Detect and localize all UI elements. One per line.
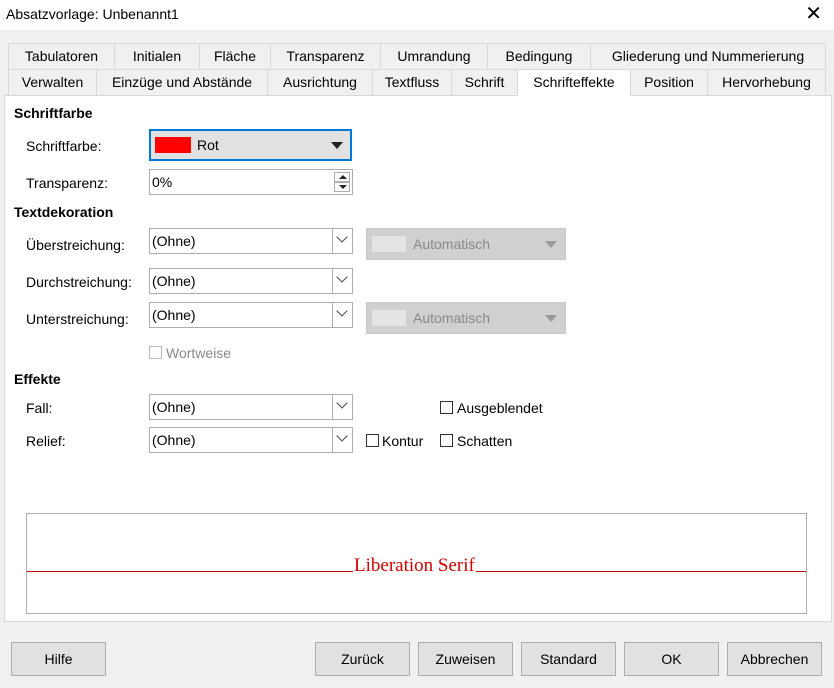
chevron-down-icon bbox=[336, 430, 348, 442]
relief-label: Relief: bbox=[26, 433, 66, 449]
tab-gliederung[interactable]: Gliederung und Nummerierung bbox=[590, 43, 826, 69]
underline-color-value: Automatisch bbox=[413, 310, 491, 326]
overline-color-value: Automatisch bbox=[413, 236, 491, 252]
tab-initialen[interactable]: Initialen bbox=[114, 43, 200, 69]
wordwise-checkbox[interactable] bbox=[149, 346, 162, 359]
tab-umrandung[interactable]: Umrandung bbox=[380, 43, 488, 69]
color-swatch bbox=[155, 137, 191, 153]
hidden-checkbox[interactable] bbox=[440, 401, 453, 414]
window-title: Absatzvorlage: Unbenannt1 bbox=[6, 6, 179, 22]
overline-value: (Ohne) bbox=[152, 233, 196, 249]
transparency-label: Transparenz: bbox=[26, 175, 108, 191]
tab-textfluss[interactable]: Textfluss bbox=[372, 69, 452, 95]
shadow-label: Schatten bbox=[457, 433, 513, 449]
tab-einzuege[interactable]: Einzüge und Abstände bbox=[96, 69, 268, 95]
spin-down-icon[interactable] bbox=[334, 182, 350, 192]
overline-label: Überstreichung: bbox=[26, 237, 125, 253]
case-label: Fall: bbox=[26, 400, 53, 416]
font-color-value: Rot bbox=[197, 137, 219, 153]
chevron-down-icon bbox=[336, 305, 348, 317]
section-textdekoration: Textdekoration bbox=[14, 204, 114, 220]
tab-schrift[interactable]: Schrift bbox=[451, 69, 518, 95]
outline-label: Kontur bbox=[382, 433, 424, 449]
hidden-label: Ausgeblendet bbox=[457, 400, 543, 416]
transparency-value: 0% bbox=[152, 174, 173, 190]
color-swatch bbox=[371, 309, 407, 327]
overline-select[interactable]: (Ohne) bbox=[149, 228, 353, 254]
underline-select[interactable]: (Ohne) bbox=[149, 302, 353, 328]
chevron-down-icon bbox=[336, 271, 348, 283]
help-button[interactable]: Hilfe bbox=[11, 642, 106, 676]
tab-tabulatoren[interactable]: Tabulatoren bbox=[8, 43, 115, 69]
tab-hervorhebung[interactable]: Hervorhebung bbox=[707, 69, 826, 95]
underline-label: Unterstreichung: bbox=[26, 311, 129, 327]
tab-position[interactable]: Position bbox=[630, 69, 708, 95]
close-icon[interactable]: ✕ bbox=[805, 3, 822, 25]
title-bar: Absatzvorlage: Unbenannt1 ✕ bbox=[0, 0, 834, 30]
back-button[interactable]: Zurück bbox=[315, 642, 410, 676]
transparency-spinbox[interactable]: 0% bbox=[149, 169, 353, 195]
spin-up-icon[interactable] bbox=[334, 172, 350, 182]
dropdown-arrow-icon bbox=[545, 241, 557, 248]
cancel-button[interactable]: Abbrechen bbox=[727, 642, 822, 676]
relief-value: (Ohne) bbox=[152, 432, 196, 448]
dropdown-arrow-icon bbox=[545, 315, 557, 322]
case-value: (Ohne) bbox=[152, 399, 196, 415]
apply-button[interactable]: Zuweisen bbox=[418, 642, 513, 676]
standard-button[interactable]: Standard bbox=[521, 642, 616, 676]
shadow-checkbox[interactable] bbox=[440, 434, 453, 447]
strikethrough-label: Durchstreichung: bbox=[26, 274, 132, 290]
strikethrough-select[interactable]: (Ohne) bbox=[149, 268, 353, 294]
wordwise-label: Wortweise bbox=[166, 345, 232, 361]
underline-color-select: Automatisch bbox=[366, 302, 566, 334]
section-effekte: Effekte bbox=[14, 371, 61, 387]
ok-button[interactable]: OK bbox=[624, 642, 719, 676]
preview-text: Liberation Serif bbox=[353, 555, 476, 577]
spin-buttons bbox=[334, 172, 350, 192]
font-color-button[interactable]: Rot bbox=[149, 129, 352, 161]
tab-bedingung[interactable]: Bedingung bbox=[487, 43, 591, 69]
strikethrough-value: (Ohne) bbox=[152, 273, 196, 289]
outline-checkbox[interactable] bbox=[366, 434, 379, 447]
color-swatch bbox=[371, 235, 407, 253]
tab-schrifteffekte[interactable]: Schrifteffekte bbox=[517, 69, 631, 96]
chevron-down-icon bbox=[336, 231, 348, 243]
tab-transparenz[interactable]: Transparenz bbox=[270, 43, 381, 69]
section-schriftfarbe: Schriftfarbe bbox=[14, 105, 93, 121]
font-color-label: Schriftfarbe: bbox=[26, 138, 102, 154]
overline-color-select: Automatisch bbox=[366, 228, 566, 260]
tab-flaeche[interactable]: Fläche bbox=[199, 43, 271, 69]
relief-select[interactable]: (Ohne) bbox=[149, 427, 353, 453]
tab-ausrichtung[interactable]: Ausrichtung bbox=[267, 69, 373, 95]
underline-value: (Ohne) bbox=[152, 307, 196, 323]
font-preview: Liberation Serif bbox=[26, 513, 807, 614]
chevron-down-icon bbox=[336, 397, 348, 409]
dropdown-arrow-icon bbox=[331, 142, 343, 149]
case-select[interactable]: (Ohne) bbox=[149, 394, 353, 420]
tab-verwalten[interactable]: Verwalten bbox=[8, 69, 97, 95]
